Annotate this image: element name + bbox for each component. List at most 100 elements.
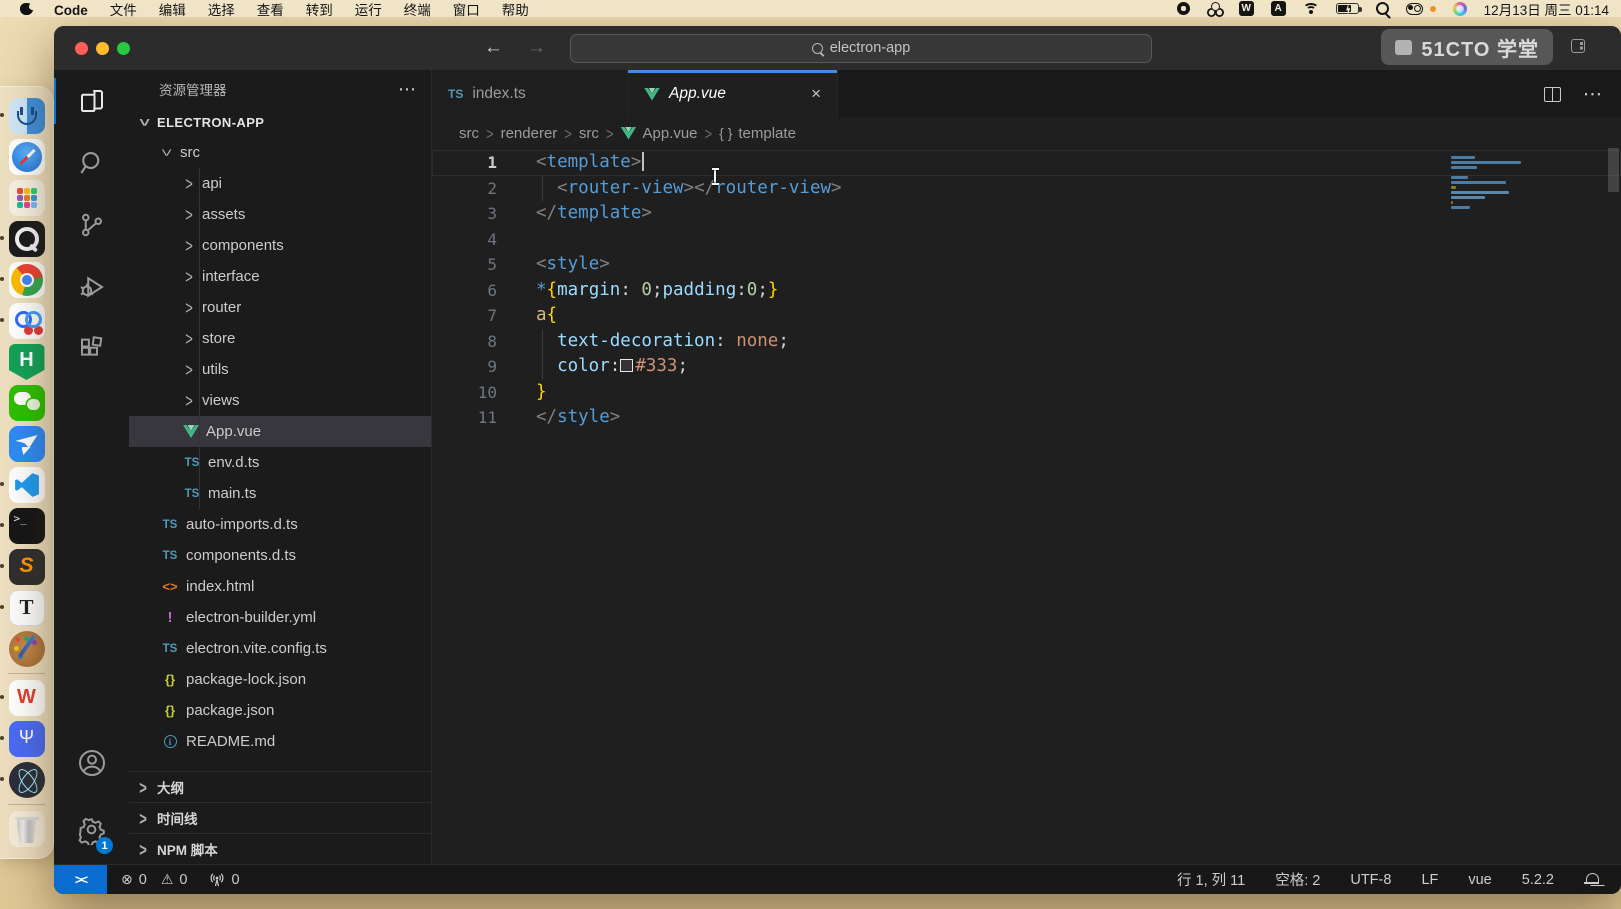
menubar-item[interactable]: 窗口: [442, 3, 491, 18]
menubar-item[interactable]: 文件: [99, 3, 148, 18]
menubar-item[interactable]: 选择: [197, 3, 246, 18]
editor-more-actions-icon[interactable]: ⋯: [1583, 83, 1603, 106]
breadcrumb-item[interactable]: { }template: [719, 125, 796, 142]
explorer-more-actions-icon[interactable]: ⋯: [398, 79, 417, 100]
menubar-item[interactable]: 运行: [344, 3, 393, 18]
code-line-9[interactable]: 9 color:#333;: [432, 354, 1621, 380]
tree-item-src[interactable]: >src: [129, 137, 431, 168]
tree-item-main-ts[interactable]: TSmain.ts: [129, 478, 431, 509]
record-icon[interactable]: [1177, 2, 1190, 15]
tree-item-package-lock-json[interactable]: {}package-lock.json: [129, 664, 431, 695]
tree-item-components[interactable]: >components: [129, 230, 431, 261]
app-cluster-icon[interactable]: [1207, 2, 1222, 15]
tab-app-vue[interactable]: App.vue ×: [628, 70, 838, 118]
a-app-menubar-icon[interactable]: A: [1271, 1, 1286, 16]
tree-item-store[interactable]: >store: [129, 323, 431, 354]
breadcrumb-item[interactable]: App.vue: [620, 125, 697, 142]
errors-icon[interactable]: ⊗: [121, 871, 133, 888]
wps-menubar-icon[interactable]: W: [1239, 1, 1254, 16]
tree-item-api[interactable]: >api: [129, 168, 431, 199]
tree-item-views[interactable]: >views: [129, 385, 431, 416]
minimap[interactable]: [1451, 156, 1531, 211]
remote-indicator[interactable]: ><: [54, 865, 107, 894]
dock-terminal-icon[interactable]: [9, 508, 45, 544]
dock-palette-icon[interactable]: [9, 631, 45, 667]
scrollbar[interactable]: [1608, 148, 1619, 192]
minimize-window-button[interactable]: [96, 42, 109, 55]
breadcrumb-item[interactable]: src: [579, 125, 599, 142]
customize-layout-icon[interactable]: [1571, 39, 1585, 53]
settings-gear-icon[interactable]: 1: [54, 794, 129, 864]
dock-deer-icon[interactable]: Ψ: [9, 721, 45, 757]
dock-launchpad-icon[interactable]: [9, 180, 45, 216]
apple-menu-icon[interactable]: [20, 2, 33, 15]
tree-item-components-d-ts[interactable]: TScomponents.d.ts: [129, 540, 431, 571]
dock-wps-icon[interactable]: W: [9, 680, 45, 716]
dock-rings-icon[interactable]: [9, 303, 45, 339]
project-root-item[interactable]: > ELECTRON-APP: [129, 108, 431, 137]
siri-icon[interactable]: [1453, 2, 1467, 16]
warnings-icon[interactable]: ⚠: [161, 871, 174, 888]
code-line-2[interactable]: 2 <router-view></router-view>: [432, 176, 1621, 202]
source-control-icon[interactable]: [54, 194, 129, 256]
tree-item-assets[interactable]: >assets: [129, 199, 431, 230]
search-icon[interactable]: [54, 132, 129, 194]
code-line-3[interactable]: 3</template>: [432, 201, 1621, 227]
menubar-item[interactable]: 查看: [246, 3, 295, 18]
split-editor-icon[interactable]: [1544, 87, 1561, 102]
run-debug-icon[interactable]: [54, 256, 129, 318]
control-center-icon[interactable]: [1406, 3, 1423, 15]
dock-wechat-icon[interactable]: [9, 385, 45, 421]
account-icon[interactable]: [54, 732, 129, 794]
tree-item-electron-vite-config-ts[interactable]: TSelectron.vite.config.ts: [129, 633, 431, 664]
ports-count[interactable]: 0: [231, 872, 239, 888]
command-center-search[interactable]: electron-app: [570, 34, 1152, 63]
ports-icon[interactable]: [209, 872, 225, 888]
spotlight-icon[interactable]: [1376, 2, 1389, 15]
tree-item-env-d-ts[interactable]: TSenv.d.ts: [129, 447, 431, 478]
menubar-clock[interactable]: 12月13日 周三 01:14: [1484, 0, 1609, 19]
code-line-11[interactable]: 11</style>: [432, 405, 1621, 431]
menubar-item[interactable]: Code: [43, 3, 99, 18]
dock-quicktime-icon[interactable]: [9, 221, 45, 257]
dock-chrome-icon[interactable]: [9, 262, 45, 298]
dock-vscode-icon[interactable]: [9, 467, 45, 503]
close-tab-icon[interactable]: ×: [811, 84, 821, 104]
code-editor[interactable]: 1<template>2 <router-view></router-view>…: [432, 148, 1621, 864]
notifications-bell-icon[interactable]: [1584, 872, 1599, 887]
warnings-count[interactable]: 0: [179, 872, 187, 888]
close-window-button[interactable]: [75, 42, 88, 55]
code-line-6[interactable]: 6*{margin: 0;padding:0;}: [432, 278, 1621, 304]
tree-item-electron-builder-yml[interactable]: !electron-builder.yml: [129, 602, 431, 633]
explorer-icon[interactable]: [54, 70, 129, 132]
errors-count[interactable]: 0: [139, 872, 147, 888]
tree-item-readme-md[interactable]: iREADME.md: [129, 726, 431, 757]
tree-item-utils[interactable]: >utils: [129, 354, 431, 385]
battery-icon[interactable]: [1336, 3, 1359, 14]
dock-textedit-icon[interactable]: T: [9, 590, 45, 626]
breadcrumb-item[interactable]: src: [459, 125, 479, 142]
navigate-forward-button[interactable]: →: [527, 37, 546, 59]
encoding[interactable]: UTF-8: [1350, 872, 1391, 888]
code-line-8[interactable]: 8 text-decoration: none;: [432, 329, 1621, 355]
tab-index-ts[interactable]: TS index.ts: [432, 70, 628, 118]
dock-hbuilder-icon[interactable]: H: [9, 344, 45, 380]
dock-trash-icon[interactable]: [9, 811, 45, 847]
tree-item-router[interactable]: >router: [129, 292, 431, 323]
fullscreen-window-button[interactable]: [117, 42, 130, 55]
extensions-icon[interactable]: [54, 318, 129, 380]
cursor-position[interactable]: 行 1, 列 11: [1177, 869, 1245, 890]
indentation[interactable]: 空格: 2: [1275, 869, 1320, 890]
breadcrumb-item[interactable]: renderer: [501, 125, 558, 142]
sidebar-section[interactable]: >NPM 脚本: [129, 833, 431, 864]
code-line-5[interactable]: 5<style>: [432, 252, 1621, 278]
menubar-item[interactable]: 终端: [393, 3, 442, 18]
sidebar-section[interactable]: >大纲: [129, 771, 431, 802]
eol[interactable]: LF: [1421, 872, 1438, 888]
dock-sublime-icon[interactable]: S: [9, 549, 45, 585]
color-swatch[interactable]: [620, 359, 633, 372]
tree-item-auto-imports-d-ts[interactable]: TSauto-imports.d.ts: [129, 509, 431, 540]
dock-finder-icon[interactable]: [9, 98, 45, 134]
language-mode[interactable]: vue: [1468, 872, 1491, 888]
dock-safari-icon[interactable]: [9, 139, 45, 175]
